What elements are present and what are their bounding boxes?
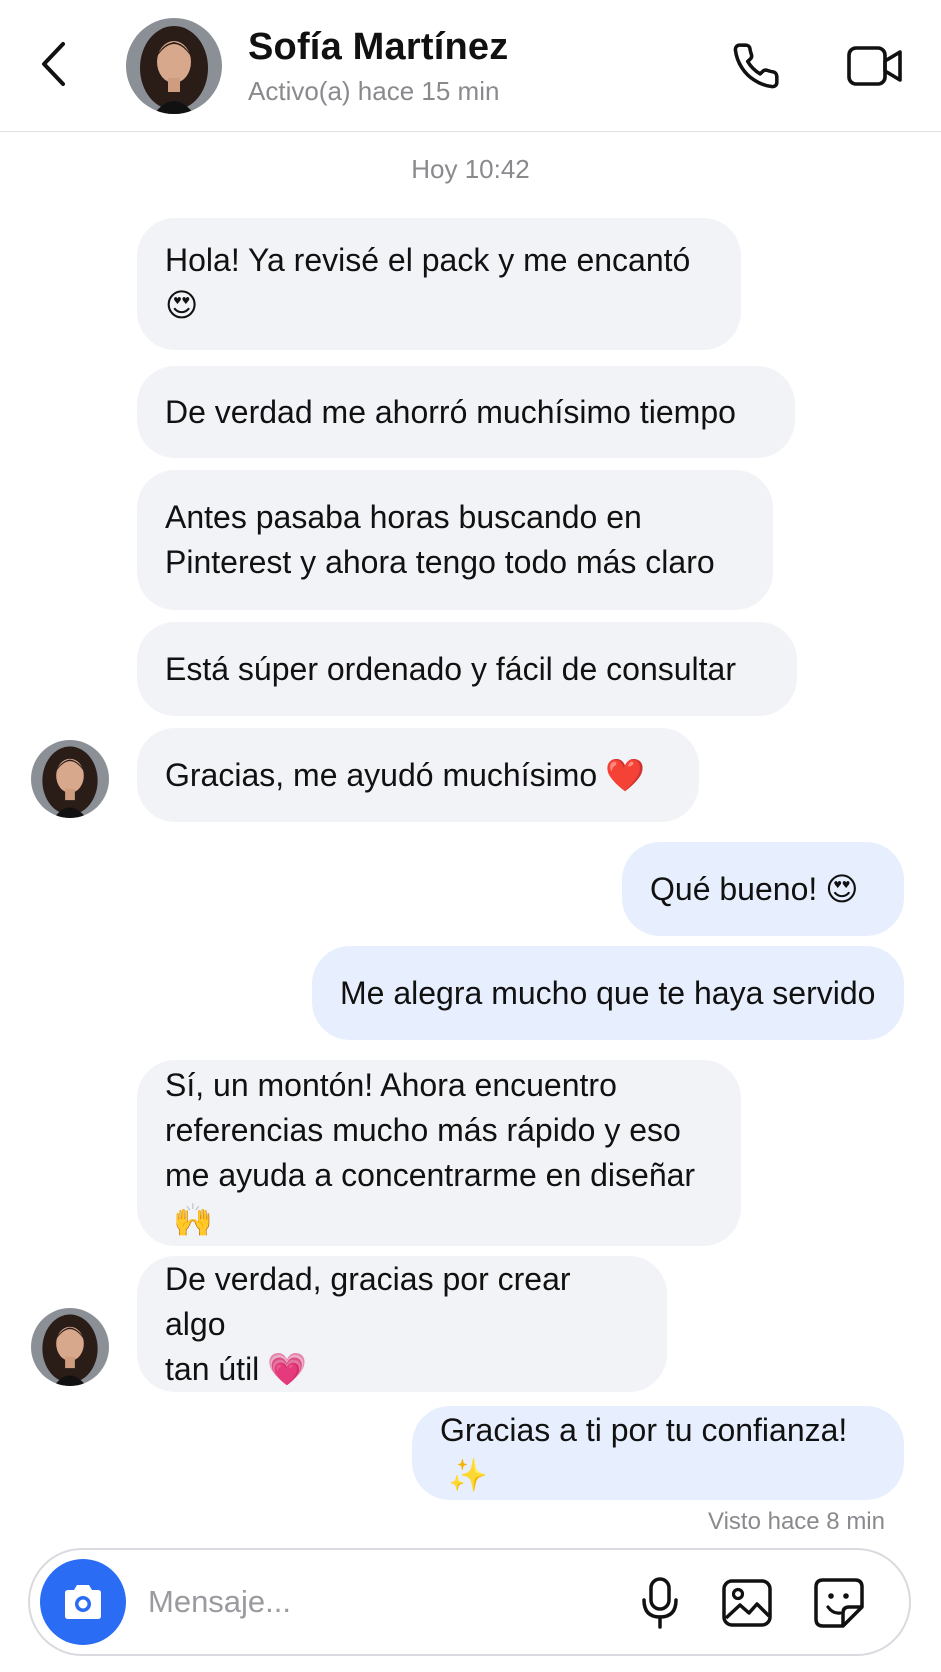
back-button[interactable] bbox=[30, 36, 76, 92]
camera-icon bbox=[65, 1585, 101, 1619]
contact-status: Activo(a) hace 15 min bbox=[248, 76, 500, 106]
sticker-icon bbox=[814, 1578, 864, 1628]
message-text: De verdad me ahorró muchísimo tiempo bbox=[165, 393, 736, 430]
sparkling-heart-emoji: 💗 bbox=[267, 1349, 308, 1388]
message-text: Me alegra mucho que te haya servido bbox=[340, 974, 876, 1011]
contact-avatar[interactable] bbox=[126, 18, 222, 114]
message-composer bbox=[28, 1548, 911, 1656]
video-camera-icon bbox=[847, 46, 902, 86]
heart-eyes-emoji: 😍 bbox=[825, 869, 859, 908]
sender-avatar[interactable] bbox=[31, 1308, 109, 1386]
incoming-message[interactable]: De verdad, gracias por crear algo tan út… bbox=[137, 1256, 667, 1392]
raising-hands-emoji: 🙌 bbox=[173, 1201, 213, 1239]
message-text: Antes pasaba horas buscando en Pinterest… bbox=[165, 499, 715, 580]
incoming-message[interactable]: Antes pasaba horas buscando en Pinterest… bbox=[137, 470, 773, 610]
message-text: Gracias, me ayudó muchísimo ❤️ bbox=[165, 755, 645, 794]
incoming-message[interactable]: De verdad me ahorró muchísimo tiempo bbox=[137, 366, 795, 458]
sticker-button[interactable] bbox=[808, 1572, 870, 1634]
voice-call-button[interactable] bbox=[726, 36, 786, 96]
sparkles-emoji: ✨ bbox=[448, 1456, 488, 1494]
chat-screen: Sofía Martínez Activo(a) hace 15 min Hoy… bbox=[0, 0, 941, 1672]
image-icon bbox=[722, 1579, 772, 1627]
contact-name[interactable]: Sofía Martínez bbox=[248, 26, 508, 69]
incoming-message[interactable]: Hola! Ya revisé el pack y me encantó 😍 bbox=[137, 218, 741, 350]
sender-avatar[interactable] bbox=[31, 740, 109, 818]
message-text: Sí, un montón! Ahora encuentro referenci… bbox=[165, 1067, 696, 1239]
outgoing-message[interactable]: Qué bueno! 😍 bbox=[622, 842, 904, 936]
voice-message-button[interactable] bbox=[632, 1572, 688, 1634]
outgoing-message[interactable]: Gracias a ti por tu confianza!✨ bbox=[412, 1406, 904, 1500]
video-call-button[interactable] bbox=[842, 36, 908, 96]
camera-button[interactable] bbox=[40, 1559, 126, 1645]
message-text: Gracias a ti por tu confianza!✨ bbox=[440, 1412, 848, 1494]
red-heart-emoji: ❤️ bbox=[605, 755, 645, 794]
message-text: Qué bueno! 😍 bbox=[650, 869, 859, 908]
microphone-icon bbox=[642, 1577, 678, 1629]
chevron-left-icon bbox=[42, 42, 65, 86]
message-text: De verdad, gracias por crear algo tan út… bbox=[165, 1260, 571, 1388]
heart-eyes-emoji: 😍 bbox=[165, 286, 199, 324]
chat-header: Sofía Martínez Activo(a) hace 15 min bbox=[0, 0, 941, 132]
seen-status: Visto hace 8 min bbox=[708, 1508, 885, 1535]
message-input[interactable] bbox=[148, 1576, 608, 1628]
message-text: Hola! Ya revisé el pack y me encantó 😍 bbox=[165, 242, 691, 324]
message-text: Está súper ordenado y fácil de consultar bbox=[165, 650, 736, 687]
gallery-button[interactable] bbox=[716, 1572, 778, 1634]
incoming-message[interactable]: Está súper ordenado y fácil de consultar bbox=[137, 622, 797, 716]
phone-icon bbox=[733, 43, 779, 89]
conversation-timestamp: Hoy 10:42 bbox=[411, 154, 530, 184]
incoming-message[interactable]: Gracias, me ayudó muchísimo ❤️ bbox=[137, 728, 699, 822]
incoming-message[interactable]: Sí, un montón! Ahora encuentro referenci… bbox=[137, 1060, 741, 1246]
outgoing-message[interactable]: Me alegra mucho que te haya servido bbox=[312, 946, 904, 1040]
